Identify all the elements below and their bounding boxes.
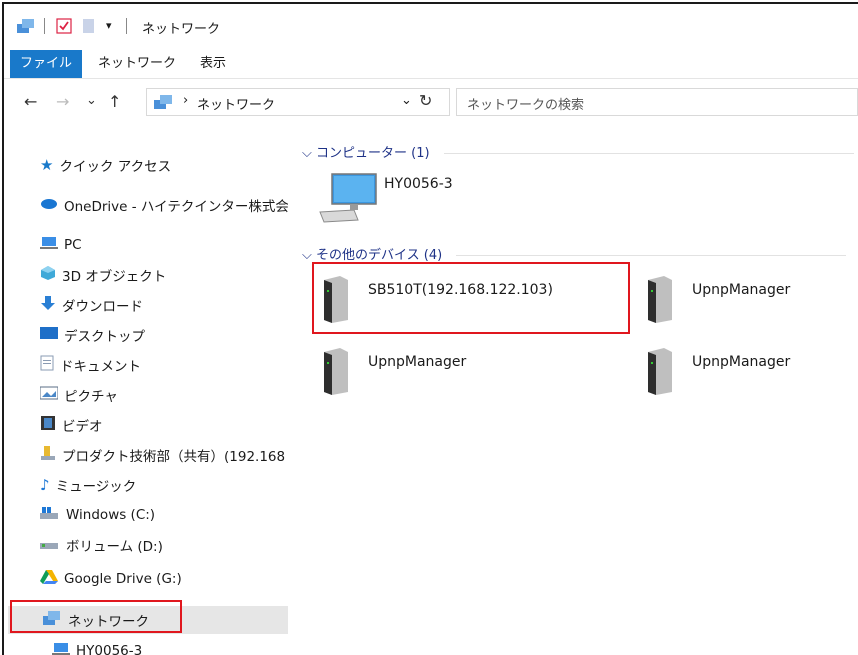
group-header-other-devices[interactable]: ⌵ その他のデバイス (4) [302, 244, 847, 263]
tab-file[interactable]: ファイル [10, 50, 83, 78]
sidebar-item-quick-access[interactable]: ★ クイック アクセス [40, 152, 171, 178]
device-server-icon [322, 346, 350, 400]
search-placeholder: ネットワークの検索 [467, 98, 585, 113]
ribbon-tabs: ファイル ネットワーク 表示 [4, 50, 858, 79]
star-icon: ★ [40, 156, 54, 174]
sidebar-item-label: クイック アクセス [59, 159, 172, 175]
navigation-pane: ★ クイック アクセス OneDrive - ハイテクインター株式会社 PC 3… [4, 124, 288, 655]
highlight-box [10, 600, 182, 633]
address-dropdown-button[interactable]: ⌄ [401, 93, 412, 108]
sidebar-item-pictures[interactable]: ピクチャ [39, 382, 118, 408]
properties-icon[interactable] [56, 18, 72, 38]
sidebar-item-windows-c[interactable]: Windows (C:) [40, 502, 155, 528]
desktop-computer-icon [318, 172, 378, 228]
device-item-upnpmanager[interactable]: UpnpManager [646, 346, 790, 400]
breadcrumb-chevron-icon[interactable]: › [183, 93, 188, 108]
sidebar-item-3d-objects[interactable]: 3D オブジェクト [40, 262, 166, 288]
sidebar-item-label: Google Drive (G:) [64, 571, 182, 587]
search-input[interactable]: ネットワークの検索 [456, 88, 858, 116]
windows-drive-icon [40, 506, 60, 524]
sidebar-item-desktop[interactable]: デスクトップ [40, 322, 145, 348]
window-title: ネットワーク [142, 22, 221, 37]
group-header-label: コンピューター (1) [316, 146, 430, 161]
back-button[interactable]: ← [24, 92, 37, 111]
sidebar-item-label: ドキュメント [60, 359, 141, 375]
title-bar: ▾ ネットワーク [4, 4, 858, 48]
sidebar-item-label: 3D オブジェクト [62, 269, 167, 285]
computer-item[interactable]: HY0056-3 [318, 172, 453, 228]
computer-name: HY0056-3 [384, 176, 453, 192]
device-server-icon [646, 274, 674, 328]
sidebar-item-label: Windows (C:) [66, 507, 156, 523]
chevron-down-icon: ⌵ [302, 146, 312, 161]
film-icon [40, 415, 56, 435]
sidebar-item-label: ボリューム (D:) [66, 539, 163, 555]
pc-icon [40, 236, 58, 254]
sidebar-item-downloads[interactable]: ダウンロード [40, 292, 143, 318]
navigation-bar: ← → ⌄ ↑ › ネットワーク ⌄ ↻ ネットワークの検索 [4, 82, 858, 122]
divider [443, 153, 854, 154]
tab-network[interactable]: ネットワーク [88, 50, 186, 78]
highlight-box [312, 262, 630, 334]
forward-button[interactable]: → [56, 92, 69, 111]
new-folder-icon[interactable] [82, 18, 96, 38]
document-icon [40, 355, 54, 375]
sidebar-item-pc[interactable]: PC [40, 232, 82, 258]
content-pane: ⌵ コンピューター (1) HY0056-3 ⌵ その他のデバイス (4) SB… [296, 124, 858, 655]
device-name: UpnpManager [692, 282, 791, 298]
cube-icon [40, 265, 56, 285]
device-item-upnpmanager[interactable]: UpnpManager [322, 346, 466, 400]
sidebar-item-label: ダウンロード [62, 299, 143, 315]
sidebar-item-onedrive[interactable]: OneDrive - ハイテクインター株式会社 [40, 192, 288, 218]
address-bar[interactable]: › ネットワーク ⌄ ↻ [146, 88, 450, 116]
network-icon [153, 94, 175, 114]
device-item-upnpmanager[interactable]: UpnpManager [646, 274, 790, 328]
drive-icon [40, 536, 60, 554]
up-button[interactable]: ↑ [108, 92, 121, 111]
chevron-down-icon: ⌵ [302, 248, 312, 263]
sidebar-item-label: OneDrive - ハイテクインター株式会社 [64, 199, 288, 215]
desktop-icon [40, 326, 58, 344]
tab-view[interactable]: 表示 [190, 50, 236, 78]
cloud-icon [40, 197, 58, 213]
sidebar-item-volume-d[interactable]: ボリューム (D:) [40, 532, 163, 558]
sidebar-item-label: PC [64, 237, 82, 253]
sidebar-item-shared-drive[interactable]: プロダクト技術部（共有）(192.168 [40, 442, 285, 468]
group-header-computers[interactable]: ⌵ コンピューター (1) [302, 142, 854, 161]
music-note-icon: ♪ [40, 476, 50, 494]
network-icon [16, 18, 36, 38]
device-name: UpnpManager [692, 354, 791, 370]
network-drive-icon [40, 445, 56, 465]
sidebar-item-music[interactable]: ♪ ミュージック [40, 472, 136, 498]
group-header-label: その他のデバイス (4) [316, 248, 443, 263]
sidebar-item-label: デスクトップ [64, 329, 145, 345]
separator [126, 18, 127, 34]
refresh-button[interactable]: ↻ [419, 91, 432, 110]
picture-icon [39, 386, 59, 404]
sidebar-item-label: ミュージック [55, 479, 137, 495]
sidebar-item-hy0056-3[interactable]: HY0056-3 [52, 638, 142, 655]
device-name: UpnpManager [368, 354, 467, 370]
download-arrow-icon [40, 295, 56, 315]
sidebar-item-documents[interactable]: ドキュメント [40, 352, 141, 378]
sidebar-item-label: HY0056-3 [76, 643, 143, 655]
recent-locations-button[interactable]: ⌄ [86, 93, 97, 108]
computer-icon [52, 642, 70, 655]
sidebar-item-videos[interactable]: ビデオ [40, 412, 103, 438]
sidebar-item-label: ピクチャ [64, 389, 118, 405]
sidebar-item-label: プロダクト技術部（共有）(192.168 [62, 449, 286, 465]
separator [44, 18, 45, 34]
sidebar-item-label: ビデオ [62, 419, 103, 435]
divider [456, 255, 847, 256]
google-drive-icon [40, 569, 58, 589]
device-server-icon [646, 346, 674, 400]
sidebar-item-google-drive[interactable]: Google Drive (G:) [40, 566, 182, 592]
quick-access-toolbar-dropdown[interactable]: ▾ [106, 19, 112, 32]
breadcrumb[interactable]: ネットワーク [197, 94, 275, 113]
